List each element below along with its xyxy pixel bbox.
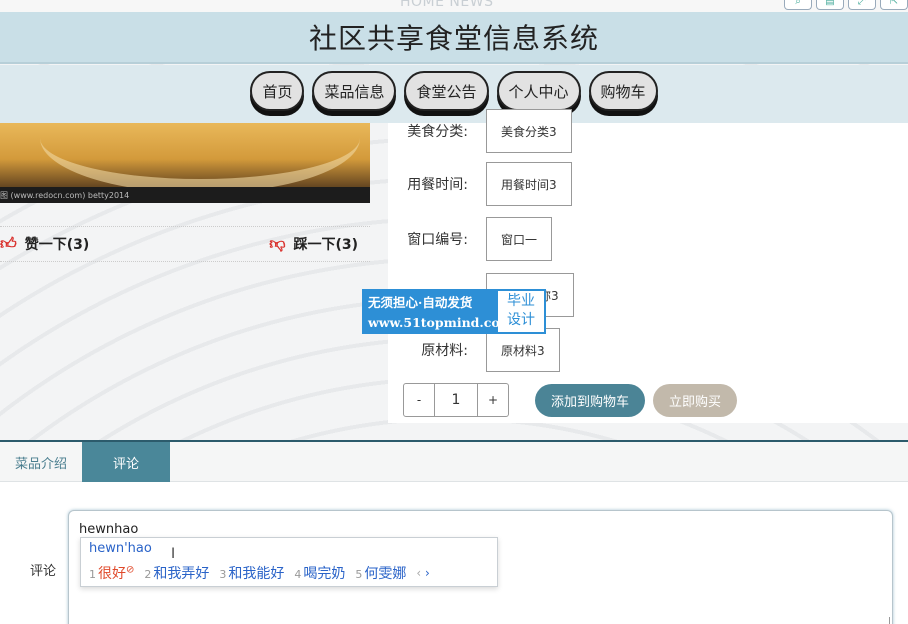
- candidate-text: 何雯娜: [364, 566, 407, 582]
- like-label: 赞一下(3): [24, 237, 90, 253]
- image-caption: 图 (www.redocn.com) betty2014: [0, 187, 370, 203]
- dish-image: 图 (www.redocn.com) betty2014: [0, 123, 370, 203]
- nav-home[interactable]: 首页: [250, 71, 305, 111]
- dislike-button[interactable]: 👎︎ 踩一下(3): [269, 234, 358, 254]
- candidate-text: 很好: [98, 566, 126, 582]
- candidate-text: 和我弄好: [153, 566, 210, 582]
- quantity-input[interactable]: 1: [434, 384, 478, 416]
- comment-label: 评论: [30, 564, 57, 579]
- candidate-number: 2: [144, 568, 152, 581]
- ban-icon: ⊘: [126, 564, 135, 576]
- home-news-text: HOME NEWS: [400, 0, 494, 10]
- quantity-plus-button[interactable]: +: [478, 384, 508, 416]
- add-to-cart-button[interactable]: 添加到购物车: [535, 384, 645, 417]
- candidate-number: 5: [355, 568, 363, 581]
- promo-right1: 毕业: [507, 293, 535, 309]
- dish-image-bowl: [40, 123, 360, 193]
- thumbs-up-icon: 👍︎: [0, 234, 17, 253]
- vote-row: 👍︎ 赞一下(3) 👎︎ 踩一下(3): [0, 226, 370, 262]
- promo-left: 无须担心·自动发货 www.51topmind.com: [364, 291, 513, 332]
- candidate-text: 和我能好: [228, 566, 285, 582]
- field-ingredients: 原材料: 原材料3: [388, 328, 560, 372]
- field-label: 原材料:: [421, 343, 468, 359]
- dislike-label: 踩一下(3): [293, 237, 358, 253]
- candidate-number: 3: [219, 568, 227, 581]
- field-label: 美食分类:: [407, 124, 468, 140]
- expand-icon[interactable]: ⤢: [848, 0, 876, 10]
- field-label: 窗口编号:: [407, 232, 468, 248]
- tab-comments[interactable]: 评论: [82, 442, 170, 482]
- candidate-text: 喝完奶: [303, 566, 346, 582]
- promo-line2: www.51topmind.com: [368, 315, 513, 330]
- ime-candidate[interactable]: 5 何雯娜: [355, 563, 406, 583]
- promo-right: 毕业 设计: [498, 291, 544, 332]
- chevron-right-icon[interactable]: ›: [425, 566, 430, 580]
- buy-now-button[interactable]: 立即购买: [653, 384, 737, 417]
- ime-candidates: 1 很好⊘ 2 和我弄好 3 和我能好 4 喝完奶 5 何雯娜 ‹ ›: [89, 563, 430, 583]
- site-title: 社区共享食堂信息系统: [308, 22, 599, 55]
- field-value: 窗口一: [486, 217, 553, 261]
- promo-line1: 无须担心·自动发货: [368, 295, 473, 310]
- field-window-number: 窗口编号: 窗口一: [388, 217, 553, 261]
- quantity-minus-button[interactable]: -: [404, 384, 434, 416]
- ime-candidate-popup: hewn'hao I 1 很好⊘ 2 和我弄好 3 和我能好 4 喝完奶 5 何雯娜 ‹ …: [80, 537, 498, 587]
- resize-handle[interactable]: [880, 617, 890, 624]
- promo-right2: 设计: [507, 312, 535, 328]
- chevron-left-icon[interactable]: ‹: [416, 566, 421, 580]
- candidate-number: 4: [294, 568, 302, 581]
- nav-cart[interactable]: 购物车: [588, 71, 658, 111]
- field-label: 用餐时间:: [407, 177, 468, 193]
- top-right-toolbar: ⌕ ▤ ⤢ ⇱: [784, 0, 908, 10]
- nav-announcements[interactable]: 食堂公告: [404, 71, 489, 111]
- candidate-number: 1: [89, 568, 96, 581]
- thumbs-down-icon: 👎︎: [269, 234, 286, 253]
- ime-pager: ‹ ›: [416, 566, 429, 580]
- like-button[interactable]: 👍︎ 赞一下(3): [0, 234, 89, 254]
- field-value: 原材料3: [486, 328, 560, 372]
- bookmark-icon[interactable]: ▤: [816, 0, 844, 10]
- field-meal-time: 用餐时间: 用餐时间3: [388, 162, 572, 206]
- text-cursor-icon: I: [171, 546, 176, 562]
- quantity-stepper: - 1 +: [403, 383, 509, 417]
- ime-candidate[interactable]: 4 喝完奶: [294, 563, 345, 583]
- field-value: 美食分类3: [486, 109, 572, 153]
- comment-typed-text: hewnhao: [79, 522, 139, 537]
- ime-candidate[interactable]: 2 和我弄好: [144, 563, 209, 583]
- dish-details-panel: 美食分类: 美食分类3 用餐时间: 用餐时间3 窗口编号: 窗口一 名称3 原材…: [388, 109, 908, 423]
- ime-pinyin: hewn'hao: [89, 541, 152, 556]
- search-icon[interactable]: ⌕: [784, 0, 812, 10]
- field-category: 美食分类: 美食分类3: [388, 109, 572, 153]
- field-value: 用餐时间3: [486, 162, 572, 206]
- nav-dishes[interactable]: 菜品信息: [312, 71, 397, 111]
- nav-personal-center[interactable]: 个人中心: [496, 71, 581, 111]
- promo-watermark: 无须担心·自动发货 www.51topmind.com 毕业 设计: [362, 289, 546, 334]
- ime-candidate[interactable]: 1 很好⊘: [89, 563, 134, 583]
- site-header: 社区共享食堂信息系统: [0, 12, 908, 64]
- ime-candidate[interactable]: 3 和我能好: [219, 563, 284, 583]
- tab-dish-intro[interactable]: 菜品介绍: [0, 442, 82, 482]
- share-icon[interactable]: ⇱: [880, 0, 908, 10]
- detail-tabs: 菜品介绍 评论: [0, 440, 908, 482]
